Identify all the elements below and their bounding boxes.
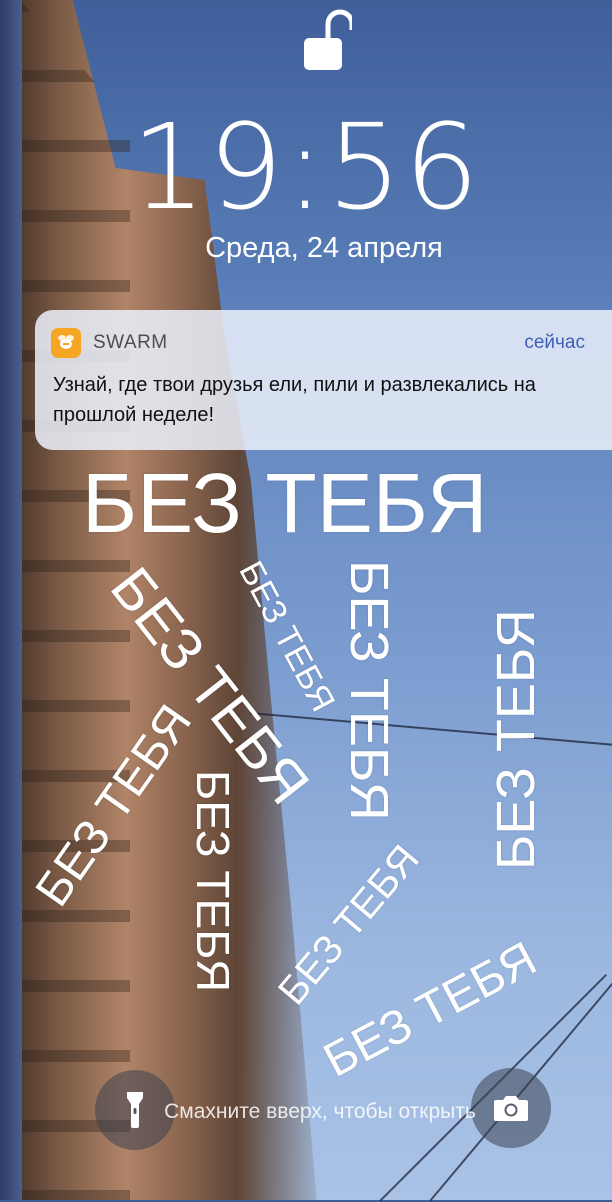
swipe-to-unlock-hint[interactable]: Смахните вверх, чтобы открыть <box>0 1097 612 1127</box>
swarm-bee-icon <box>51 328 81 358</box>
sticker-text: БЕЗ ТЕБЯ <box>187 770 239 993</box>
sticker-text: БЕЗ ТЕБЯ <box>339 560 399 821</box>
notification-body: Узнай, где твои друзья ели, пили и развл… <box>53 374 536 426</box>
notification-app-name: SWARM <box>93 332 168 353</box>
lockscreen-time: 19:56 <box>130 98 482 236</box>
unlocked-padlock-icon <box>304 9 352 70</box>
sticker-text: БЕЗ ТЕБЯ <box>486 609 546 870</box>
sticker-text: БЕЗ ТЕБЯ <box>270 837 428 1014</box>
sticker-text: БЕЗ ТЕБЯ <box>82 456 488 550</box>
notification-time: сейчас <box>524 332 585 353</box>
background-wire <box>249 712 612 747</box>
lockscreen-date: Среда, 24 апреля <box>205 232 443 264</box>
notification-card[interactable]: SWARM сейчас Узнай, где твои друзья ели,… <box>35 310 612 450</box>
